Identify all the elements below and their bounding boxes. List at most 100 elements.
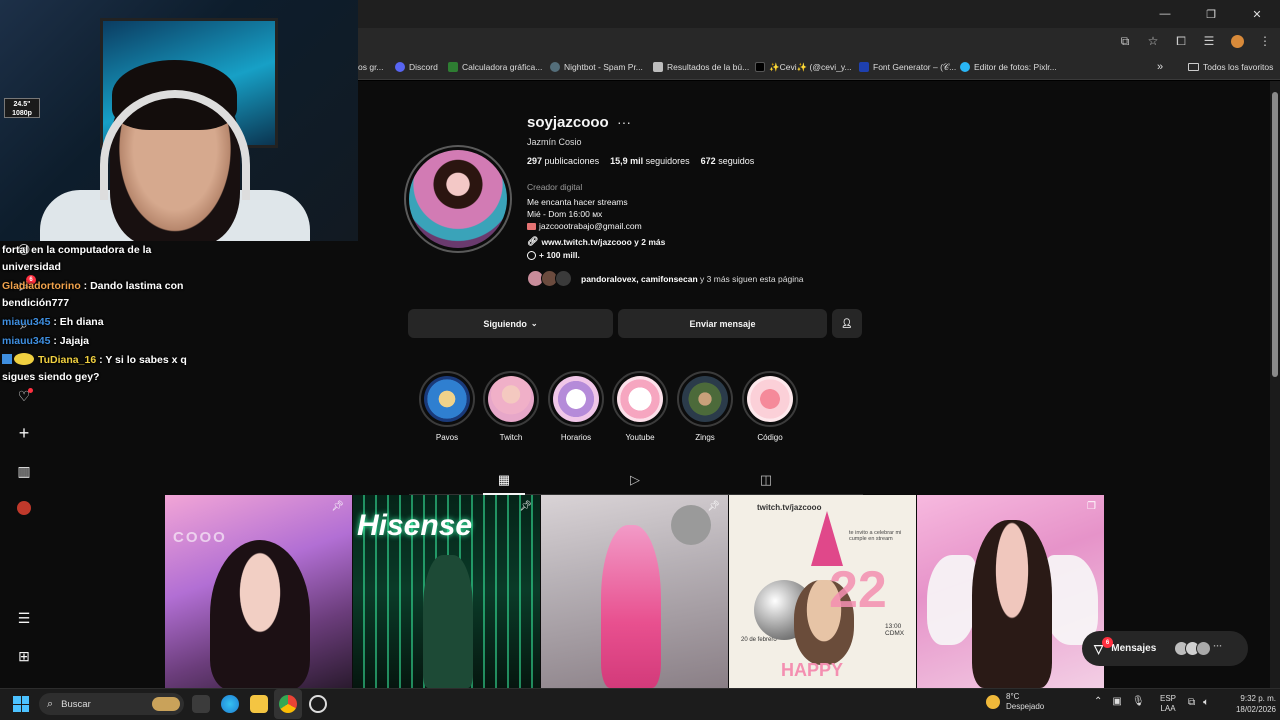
- minimize-button[interactable]: —: [1142, 0, 1188, 28]
- chat-line: bendición777: [2, 297, 70, 309]
- display-icon[interactable]: ⧉: [1188, 697, 1195, 708]
- post-overlay-text: Hisense: [357, 509, 473, 542]
- highlight-label: Pavos: [435, 433, 459, 442]
- bio-link[interactable]: 🔗︎ www.twitch.tv/jazcooo y 2 más: [527, 236, 665, 247]
- more-dots-icon: ···: [1213, 641, 1223, 651]
- taskbar-clock[interactable]: 9:32 p. m. 18/02/2026: [1220, 693, 1276, 715]
- obs-icon[interactable]: [309, 695, 327, 713]
- language-indicator[interactable]: ESP LAA: [1160, 694, 1176, 714]
- bookmark-discord[interactable]: Discord: [395, 58, 438, 76]
- bio-email: jazcoootrabajo@gmail.com: [527, 221, 642, 231]
- bookmark-font-generator[interactable]: Font Generator – (𝒞...: [859, 58, 956, 76]
- post-thumbnail[interactable]: twitch.tv/jazcooo te invito a celebrar m…: [729, 495, 916, 688]
- chevron-up-icon[interactable]: ⌃: [1094, 696, 1102, 707]
- chat-line: sigues siendo gey?: [2, 371, 100, 383]
- bookmark-nightbot[interactable]: Nightbot - Spam Pr...: [550, 58, 643, 76]
- microphone-icon[interactable]: 🎙︎: [1132, 696, 1145, 707]
- reading-list-icon[interactable]: ☰: [1202, 34, 1216, 48]
- post-thumbnail[interactable]: COOO 📌︎: [165, 495, 352, 688]
- bookmark-star-icon[interactable]: ☆: [1146, 34, 1160, 48]
- highlight-ring: [548, 371, 604, 427]
- bookmark-pixlr[interactable]: Editor de fotos: Pixlr...: [960, 58, 1057, 76]
- bookmark-tiktok[interactable]: ✨Cevi✨ (@cevi_y...: [755, 58, 852, 76]
- followers-stat[interactable]: 15,9 mil seguidores: [610, 156, 690, 166]
- chrome-icon[interactable]: [279, 695, 297, 713]
- post-thumbnail[interactable]: Hisense 📌︎: [353, 495, 540, 688]
- all-favorites-folder[interactable]: Todos los favoritos: [1188, 58, 1273, 76]
- post-overlay-text: HAPPY: [781, 660, 844, 680]
- chat-line: miauu345 : Jajaja: [2, 335, 89, 347]
- profile-options-icon[interactable]: ···: [617, 114, 631, 130]
- post-overlay-text: COOO: [173, 529, 227, 546]
- weather-widget[interactable]: 8°C Despejado: [986, 692, 1044, 712]
- bookmark-calculator[interactable]: Calculadora gráfica...: [448, 58, 542, 76]
- taskbar-search[interactable]: ⌕ Buscar: [39, 693, 184, 715]
- notification-dot: [28, 388, 33, 393]
- followed-by-row[interactable]: pandoralovex, camifonsecan y 3 más sigue…: [527, 270, 804, 287]
- highlight-youtube[interactable]: Youtube: [612, 371, 668, 442]
- post-thumbnail[interactable]: 📌︎: [541, 495, 728, 688]
- send-message-button[interactable]: Enviar mensaje: [618, 309, 827, 338]
- suggested-users-icon[interactable]: 👤︎: [832, 309, 862, 338]
- highlight-twitch[interactable]: Twitch: [483, 371, 539, 442]
- status-icons: ⧉ 🔈︎: [1188, 697, 1209, 708]
- file-explorer-icon[interactable]: [250, 695, 268, 713]
- highlight-codigo[interactable]: Código: [742, 371, 798, 442]
- chat-line: TuDiana_16 : Y si lo sabes x q: [2, 352, 187, 369]
- chat-line: miauu345 : Eh diana: [2, 316, 104, 328]
- bookmarks-overflow-button[interactable]: »: [1157, 58, 1163, 76]
- bookmark-item[interactable]: os gr...: [358, 58, 384, 76]
- hamburger-menu-icon[interactable]: ☰: [16, 610, 32, 626]
- highlight-pavos[interactable]: Pavos: [419, 371, 475, 442]
- create-icon[interactable]: +: [16, 423, 32, 443]
- profile-full-name: Jazmín Cosio: [527, 137, 582, 147]
- envelope-icon: [527, 222, 536, 230]
- following-stat[interactable]: 672 seguidos: [701, 156, 755, 166]
- windows-start-icon[interactable]: [13, 696, 29, 712]
- posts-stat: 297 publicaciones: [527, 156, 600, 166]
- profile-avatar-icon[interactable]: [1230, 34, 1244, 48]
- scrollbar-thumb[interactable]: [1272, 92, 1278, 377]
- post-thumbnail[interactable]: ❐: [917, 495, 1104, 688]
- following-button[interactable]: Siguiendo ⌄: [408, 309, 613, 338]
- extensions-icon[interactable]: ⧠: [1174, 34, 1188, 48]
- tagged-tab-icon[interactable]: ◫: [758, 472, 774, 488]
- threads-badge[interactable]: + 100 mill.: [527, 250, 580, 260]
- speaker-icon[interactable]: 🔈︎: [1203, 697, 1209, 708]
- menu-kebab-icon[interactable]: ⋮: [1258, 34, 1272, 48]
- document-icon: [653, 62, 663, 72]
- chevron-down-icon: ⌄: [530, 319, 538, 328]
- toolbar-icons: ⧉ ☆ ⧠ ☰ ⋮: [1118, 28, 1272, 54]
- chat-emote-icon: [14, 353, 34, 365]
- highlight-zings[interactable]: Zings: [677, 371, 733, 442]
- edge-browser-icon[interactable]: [221, 695, 239, 713]
- network-tray-icon[interactable]: ▣: [1112, 696, 1121, 707]
- task-view-icon[interactable]: [192, 695, 210, 713]
- chat-username: TuDiana_16: [38, 354, 97, 366]
- install-app-icon[interactable]: ⧉: [1118, 34, 1132, 48]
- highlight-label: Twitch: [499, 433, 523, 442]
- profile-avatar[interactable]: [409, 150, 507, 248]
- profile-category: Creador digital: [527, 182, 583, 192]
- posts-grid-tab-icon[interactable]: ▦: [496, 472, 512, 488]
- profile-nav-avatar[interactable]: [16, 500, 32, 516]
- carousel-icon: ❐: [1087, 501, 1096, 512]
- tiktok-icon: [755, 62, 765, 72]
- highlight-horarios[interactable]: Horarios: [548, 371, 604, 442]
- search-highlight-icon: [152, 697, 180, 711]
- close-button[interactable]: ✕: [1234, 0, 1280, 28]
- reels-tab-icon[interactable]: ▷: [627, 472, 643, 488]
- bookmark-results[interactable]: Resultados de la bú...: [653, 58, 749, 76]
- more-apps-icon[interactable]: ⊞: [16, 648, 32, 664]
- threads-count: + 100 mill.: [539, 250, 580, 260]
- chat-username: miauu345: [2, 335, 51, 347]
- pinned-icon: 📌︎: [707, 501, 720, 512]
- chat-badge-icon: [2, 354, 12, 364]
- followed-by-text: pandoralovex, camifonsecan y 3 más sigue…: [581, 273, 804, 284]
- link-icon: 🔗︎: [527, 236, 539, 246]
- highlight-label: Youtube: [625, 433, 655, 442]
- dashboard-icon[interactable]: ▥: [16, 463, 32, 479]
- calculator-icon: [448, 62, 458, 72]
- restore-button[interactable]: ❐: [1188, 0, 1234, 28]
- bio-link-text[interactable]: www.twitch.tv/jazcooo y 2 más: [541, 237, 665, 247]
